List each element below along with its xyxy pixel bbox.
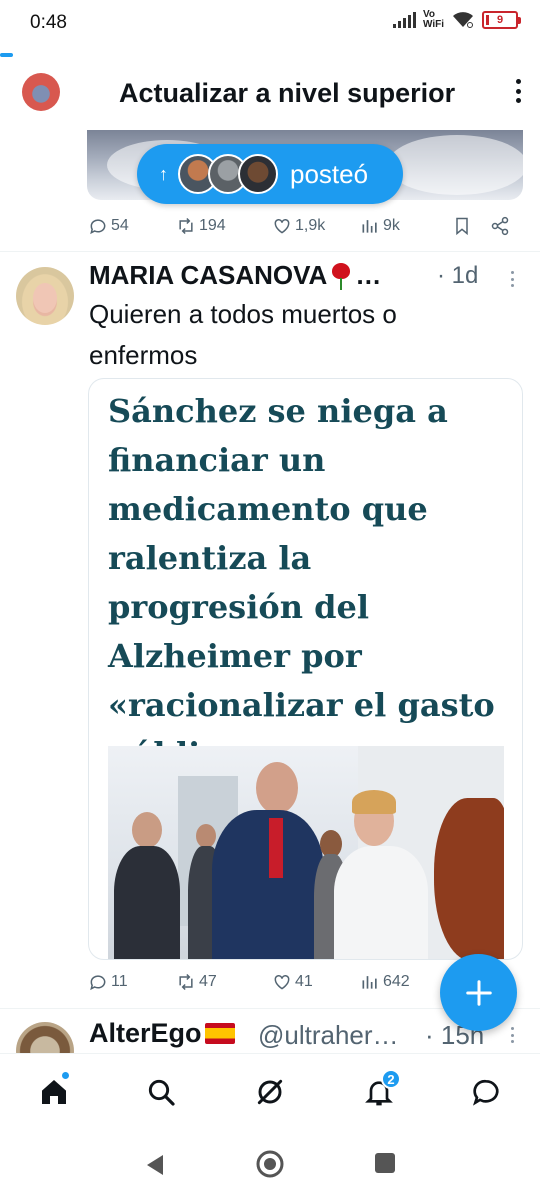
new-posts-pill[interactable]: ↑ posteó: [137, 144, 403, 204]
like-button[interactable]: 1,9k: [272, 216, 325, 236]
share-button[interactable]: [490, 216, 510, 236]
like-button[interactable]: 41: [272, 972, 313, 992]
reply-icon: [90, 975, 106, 991]
tweet2-text: Quieren a todos muertos o enfermos: [89, 299, 397, 370]
home-circle-icon[interactable]: [255, 1149, 285, 1179]
arrow-up-icon: ↑: [159, 163, 168, 184]
retweet-button[interactable]: 194: [176, 216, 226, 236]
user-avatar[interactable]: [16, 267, 74, 325]
reply-button[interactable]: 54: [88, 216, 129, 236]
account-avatar[interactable]: [22, 73, 60, 111]
posted-label: posteó: [290, 158, 369, 189]
article-photo[interactable]: [108, 746, 504, 959]
retweet-icon: [179, 217, 193, 235]
tweet2-time[interactable]: · 1d: [437, 262, 478, 290]
plus-icon: [465, 979, 492, 1006]
article-headline: Sánchez se niega a financiar un medicame…: [108, 392, 495, 773]
nav-grok[interactable]: [252, 1074, 288, 1110]
home-icon: [42, 1080, 66, 1104]
tweet3-author[interactable]: AlterEgo: [89, 1018, 235, 1049]
bookmark-button[interactable]: [452, 216, 472, 236]
nav-notifications[interactable]: 2: [361, 1069, 401, 1110]
status-bar: 0:48 Vo WiFi 9: [0, 0, 540, 48]
grok-icon: [257, 1079, 283, 1105]
retweet-icon: [179, 973, 193, 991]
views-button[interactable]: 642: [360, 972, 410, 992]
bookmark-icon: [456, 217, 468, 236]
tweet-more-icon[interactable]: [509, 271, 515, 287]
system-navigation: [0, 1135, 540, 1199]
new-content-dot: [61, 1071, 70, 1080]
notifications-badge: 2: [381, 1069, 401, 1089]
rose-emoji-icon: [329, 262, 353, 290]
upgrade-banner-title[interactable]: Actualizar a nivel superior: [119, 78, 455, 109]
tweet-more-icon[interactable]: [509, 1027, 515, 1043]
back-icon[interactable]: [143, 1152, 165, 1178]
search-icon: [148, 1079, 175, 1106]
heart-icon: [274, 218, 290, 234]
bottom-navigation: 2: [0, 1053, 540, 1135]
heart-icon: [274, 974, 290, 990]
views-icon: [362, 220, 377, 233]
spain-flag-icon: [204, 1023, 235, 1044]
status-icons: Vo WiFi 9: [392, 9, 521, 30]
tweet3-handle[interactable]: @ultraher…: [258, 1020, 399, 1051]
more-options-icon[interactable]: [508, 76, 528, 106]
views-button[interactable]: 9k: [360, 216, 400, 236]
tweet1-actions: 54 194 1,9k 9k: [88, 212, 518, 242]
battery-icon: 9: [482, 11, 521, 29]
tweet-divider: [0, 251, 540, 252]
reply-button[interactable]: 11: [88, 972, 128, 992]
tweet2-media-card[interactable]: Sánchez se niega a financiar un medicame…: [88, 378, 523, 960]
wifi-icon: [453, 12, 473, 28]
views-icon: [362, 976, 377, 989]
retweet-button[interactable]: 47: [176, 972, 217, 992]
refresh-indicator: [0, 53, 13, 57]
clock: 0:48: [30, 12, 67, 33]
nav-search[interactable]: [143, 1074, 179, 1110]
reply-icon: [90, 219, 106, 235]
poster-avatar: [238, 154, 278, 194]
tweet2-author[interactable]: MARIA CASANOVA …: [89, 260, 381, 291]
top-header: Actualizar a nivel superior: [0, 62, 540, 124]
nav-messages[interactable]: [468, 1074, 504, 1110]
nav-home[interactable]: [36, 1071, 72, 1110]
signal-icon: [392, 12, 416, 28]
compose-button[interactable]: [440, 954, 517, 1031]
recents-icon[interactable]: [374, 1152, 396, 1174]
share-icon: [491, 216, 509, 236]
vowifi-label: Vo WiFi: [422, 9, 444, 30]
messages-icon: [473, 1079, 499, 1106]
